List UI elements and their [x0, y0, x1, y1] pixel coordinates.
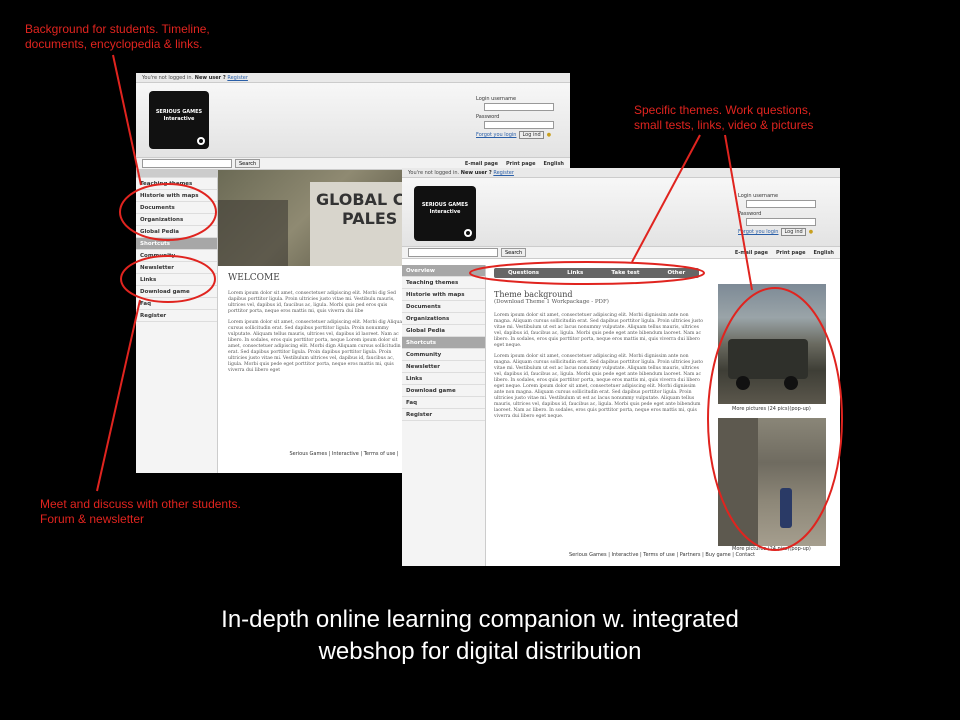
- caption-line: In-depth online learning companion w. in…: [221, 606, 739, 633]
- slide-caption: In-depth online learning companion w. in…: [0, 604, 960, 668]
- highlight-oval-pictures: [707, 287, 843, 551]
- pointer-line-community: [96, 299, 141, 492]
- pointer-line-background: [112, 54, 142, 186]
- highlight-oval-tabs: [469, 261, 705, 285]
- pointer-line-tabs: [631, 134, 701, 263]
- pointer-line-pictures: [724, 134, 753, 291]
- caption-line: webshop for digital distribution: [318, 638, 642, 665]
- highlight-oval-community: [120, 255, 216, 303]
- highlight-oval-background: [119, 183, 217, 241]
